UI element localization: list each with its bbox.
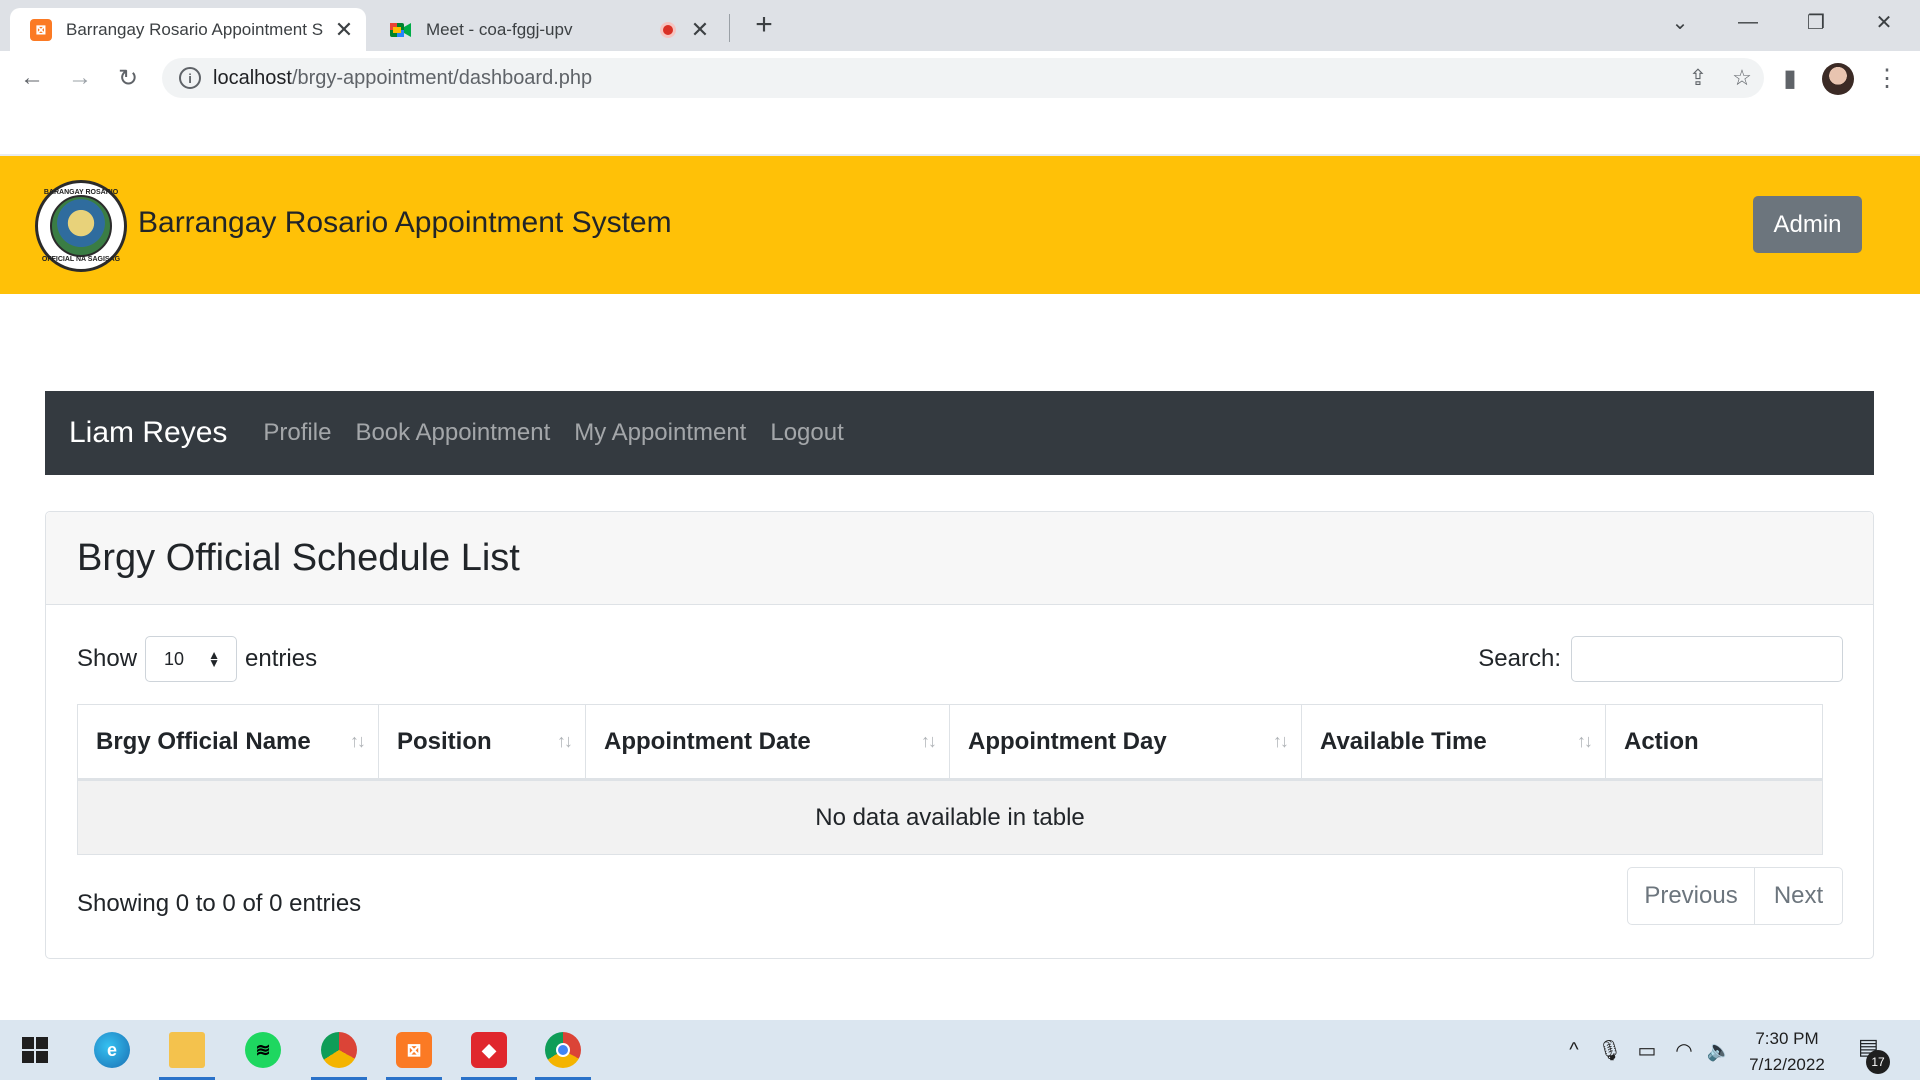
navbar-brand-user-name[interactable]: Liam Reyes <box>69 416 227 450</box>
nav-link-logout[interactable]: Logout <box>770 419 843 447</box>
site-header: BARANGAY ROSARIO OFFICIAL NA SAGISAG Bar… <box>0 154 1920 294</box>
pagination: Previous Next <box>1627 867 1843 925</box>
schedule-card: Brgy Official Schedule List Show 10 ▲ ▼ e… <box>45 511 1874 959</box>
nav-link-my-appointment[interactable]: My Appointment <box>574 419 746 447</box>
google-meet-icon <box>390 19 412 41</box>
table-info: Showing 0 to 0 of 0 entries <box>77 890 362 917</box>
xampp-icon: ⊠ <box>30 18 52 41</box>
seal-emblem <box>50 195 112 257</box>
windows-taskbar: e ≋ ⊠ ◆ ^ 🎙 ▭ ◠ 🔈 7:30 PM 7/12/2022 ▤ 17 <box>0 1020 1920 1080</box>
share-icon[interactable]: ⇪ <box>1676 58 1720 98</box>
tab-search-icon[interactable]: ⌄ <box>1646 0 1714 44</box>
card-title: Brgy Official Schedule List <box>77 536 520 579</box>
edge-icon: e <box>94 1032 130 1068</box>
sort-icon: ↑↓ <box>921 731 937 751</box>
browser-toolbar: ← → ↻ i localhost/brgy-appointment/dashb… <box>0 51 1920 105</box>
nav-link-profile[interactable]: Profile <box>263 419 331 447</box>
previous-page-button[interactable]: Previous <box>1628 868 1755 924</box>
profile-avatar[interactable] <box>1822 63 1854 95</box>
taskbar-chrome[interactable] <box>532 1020 594 1080</box>
column-header-appointment-date[interactable]: Appointment Date ↑↓ <box>585 704 950 781</box>
menu-kebab-icon[interactable]: ⋮ <box>1868 59 1906 97</box>
system-clock[interactable]: 7:30 PM 7/12/2022 <box>1742 1026 1832 1078</box>
close-window-button[interactable]: ✕ <box>1850 0 1918 44</box>
taskbar-spotify[interactable]: ≋ <box>232 1020 294 1080</box>
start-button[interactable] <box>4 1020 66 1080</box>
page-length-select[interactable]: 10 ▲ ▼ <box>145 636 238 682</box>
chrome-profile-icon <box>321 1032 357 1068</box>
start-icon <box>22 1037 48 1063</box>
chrome-icon <box>545 1032 581 1068</box>
restore-button[interactable]: ❐ <box>1782 0 1850 44</box>
entries-label: entries <box>245 645 318 672</box>
side-panel-icon[interactable]: ▮ <box>1771 59 1809 97</box>
page-length-control: Show 10 ▲ ▼ entries <box>77 636 317 682</box>
browser-tab-bar: ⊠ Barrangay Rosario Appointment S ✕ Meet… <box>0 0 1920 51</box>
nav-link-book-appointment[interactable]: Book Appointment <box>355 419 550 447</box>
card-header: Brgy Official Schedule List <box>46 512 1873 605</box>
sort-icon: ↑↓ <box>1577 731 1593 751</box>
column-header-available-time[interactable]: Available Time ↑↓ <box>1301 704 1606 781</box>
address-bar[interactable]: i localhost/brgy-appointment/dashboard.p… <box>162 58 1764 98</box>
volume-icon[interactable]: 🔈 <box>1704 1020 1734 1080</box>
sort-icon: ↑↓ <box>1273 731 1289 751</box>
sort-icon: ↑↓ <box>557 731 573 751</box>
file-explorer-icon <box>169 1032 205 1068</box>
sort-icon: ↑↓ <box>350 731 366 751</box>
tab-title: Meet - coa-fggj-upv <box>426 19 573 39</box>
site-info-icon[interactable]: i <box>179 67 201 89</box>
clock-date: 7/12/2022 <box>1749 1055 1825 1074</box>
column-header-appointment-day[interactable]: Appointment Day ↑↓ <box>949 704 1302 781</box>
empty-table-message: No data available in table <box>77 779 1823 855</box>
taskbar-xampp[interactable]: ⊠ <box>383 1020 445 1080</box>
column-header-action: Action <box>1605 704 1823 781</box>
site-title: Barrangay Rosario Appointment System <box>138 206 672 239</box>
close-tab-icon[interactable]: ✕ <box>686 17 714 43</box>
column-header-official-name[interactable]: Brgy Official Name ↑↓ <box>77 704 379 781</box>
taskbar-file-explorer[interactable] <box>156 1020 218 1080</box>
battery-icon[interactable]: ▭ <box>1632 1020 1662 1080</box>
schedule-table: Brgy Official Name ↑↓ Position ↑↓ Appointm… <box>77 704 1823 855</box>
barangay-seal-logo: BARANGAY ROSARIO OFFICIAL NA SAGISAG <box>35 180 127 272</box>
table-search-control: Search: <box>1478 636 1843 682</box>
back-icon[interactable]: ← <box>13 59 51 97</box>
notification-badge: 17 <box>1866 1050 1890 1074</box>
taskbar-edge[interactable]: e <box>81 1020 143 1080</box>
table-row: No data available in table <box>77 779 1823 855</box>
url-text[interactable]: localhost/brgy-appointment/dashboard.php <box>213 67 1676 90</box>
tab-meet[interactable]: Meet - coa-fggj-upv ✕ <box>370 8 722 51</box>
microphone-icon[interactable]: 🎙 <box>1596 1020 1624 1080</box>
next-page-button[interactable]: Next <box>1755 868 1842 924</box>
tab-appointment-system[interactable]: ⊠ Barrangay Rosario Appointment S ✕ <box>10 8 366 51</box>
show-hidden-icons[interactable]: ^ <box>1560 1020 1588 1080</box>
git-icon: ◆ <box>471 1032 507 1068</box>
main-navbar: Liam Reyes Profile Book Appointment My A… <box>45 391 1874 475</box>
search-input[interactable] <box>1571 636 1843 682</box>
new-tab-button[interactable]: + <box>747 8 781 42</box>
wifi-icon[interactable]: ◠ <box>1670 1020 1698 1080</box>
search-label: Search: <box>1478 645 1561 672</box>
reload-icon[interactable]: ↻ <box>109 59 147 97</box>
show-label: Show <box>77 645 138 672</box>
admin-button[interactable]: Admin <box>1753 196 1862 253</box>
tab-separator <box>729 14 730 42</box>
select-arrows-icon: ▲ ▼ <box>208 648 221 670</box>
tab-title: Barrangay Rosario Appointment S <box>66 19 324 39</box>
column-header-position[interactable]: Position ↑↓ <box>378 704 586 781</box>
minimize-button[interactable]: — <box>1714 0 1782 44</box>
xampp-icon: ⊠ <box>396 1032 432 1068</box>
close-tab-icon[interactable]: ✕ <box>330 17 358 43</box>
clock-time: 7:30 PM <box>1755 1029 1819 1048</box>
recording-icon <box>660 21 676 38</box>
forward-icon[interactable]: → <box>61 59 99 97</box>
taskbar-git[interactable]: ◆ <box>458 1020 520 1080</box>
taskbar-chrome-profile[interactable] <box>308 1020 370 1080</box>
spotify-icon: ≋ <box>245 1032 281 1068</box>
bookmark-star-icon[interactable]: ☆ <box>1720 58 1764 98</box>
